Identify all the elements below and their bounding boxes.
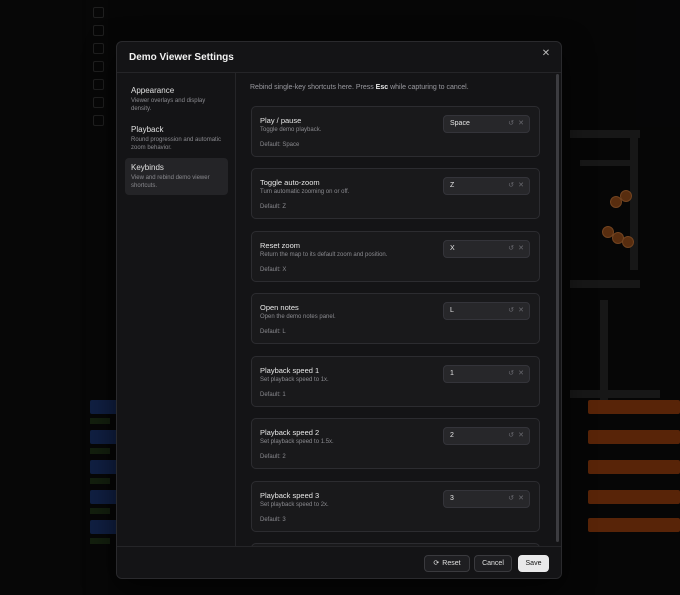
- keybind-title: Playback speed 3: [260, 491, 320, 500]
- keybind-capture-field[interactable]: 3 ↺ ✕: [443, 490, 530, 508]
- keybind-default: Default: 1: [260, 392, 286, 398]
- undo-icon[interactable]: ↺: [508, 244, 514, 252]
- sidebar-item-keybinds[interactable]: Keybinds View and rebind demo viewer sho…: [125, 158, 228, 195]
- keybind-value: X: [450, 245, 455, 252]
- sidebar-item-description: Round progression and automatic zoom beh…: [131, 137, 222, 151]
- content-scrollbar[interactable]: [555, 72, 561, 546]
- clear-icon[interactable]: ✕: [518, 494, 524, 502]
- reset-button[interactable]: ⟳ Reset: [424, 555, 470, 572]
- keybind-value: 3: [450, 495, 454, 502]
- keybind-capture-field[interactable]: Z ↺ ✕: [443, 177, 530, 195]
- keybind-value: 2: [450, 432, 454, 439]
- keybind-default: Default: 2: [260, 454, 286, 460]
- sidebar-item-playback[interactable]: Playback Round progression and automatic…: [125, 120, 228, 157]
- undo-icon[interactable]: ↺: [508, 431, 514, 439]
- keybind-title: Open notes: [260, 303, 299, 312]
- keybind-title: Playback speed 1: [260, 366, 320, 375]
- keybind-description: Set playback speed to 1.5x.: [260, 439, 334, 445]
- keybind-description: Turn automatic zooming on or off.: [260, 189, 350, 195]
- keybind-card-playback-speed-1: Playback speed 1 Set playback speed to 1…: [251, 356, 540, 407]
- keybind-description: Return the map to its default zoom and p…: [260, 252, 388, 258]
- clear-icon[interactable]: ✕: [518, 181, 524, 189]
- keybind-title: Play / pause: [260, 116, 302, 125]
- keybind-description: Open the demo notes panel.: [260, 314, 336, 320]
- keybind-description: Toggle demo playback.: [260, 127, 322, 133]
- sidebar-item-description: View and rebind demo viewer shortcuts.: [131, 175, 210, 189]
- keybind-default: Default: X: [260, 267, 287, 273]
- undo-icon[interactable]: ↺: [508, 494, 514, 502]
- clear-icon[interactable]: ✕: [518, 431, 524, 439]
- keybind-description: Set playback speed to 2x.: [260, 502, 329, 508]
- esc-key-label: Esc: [375, 84, 389, 91]
- keybind-default: Default: 3: [260, 517, 286, 523]
- keybind-value: Z: [450, 182, 455, 189]
- sidebar-item-label: Appearance: [131, 86, 175, 95]
- keybind-capture-field[interactable]: X ↺ ✕: [443, 240, 530, 258]
- keybinds-panel: Rebind single-key shortcuts here. Press …: [236, 72, 561, 546]
- save-button[interactable]: Save: [518, 555, 549, 572]
- undo-icon[interactable]: ↺: [508, 369, 514, 377]
- keybind-default: Default: Space: [260, 142, 300, 148]
- sidebar-item-label: Keybinds: [131, 163, 164, 172]
- keybind-card-playback-speed-3: Playback speed 3 Set playback speed to 2…: [251, 481, 540, 532]
- keybind-card-reset-zoom: Reset zoom Return the map to its default…: [251, 231, 540, 282]
- keybind-capture-field[interactable]: L ↺ ✕: [443, 302, 530, 320]
- keybind-default: Default: L: [260, 329, 286, 335]
- cancel-button[interactable]: Cancel: [474, 555, 512, 572]
- keybind-default: Default: Z: [260, 204, 287, 210]
- keybind-card-playback-speed-2: Playback speed 2 Set playback speed to 1…: [251, 418, 540, 469]
- refresh-icon: ⟳: [433, 560, 440, 567]
- undo-icon[interactable]: ↺: [508, 181, 514, 189]
- keybind-value: Space: [450, 120, 470, 127]
- scrollbar-thumb[interactable]: [556, 74, 559, 542]
- close-icon: ✕: [541, 48, 551, 59]
- keybind-capture-field[interactable]: Space ↺ ✕: [443, 115, 530, 133]
- clear-icon[interactable]: ✕: [518, 244, 524, 252]
- sidebar-item-appearance[interactable]: Appearance Viewer overlays and display d…: [125, 81, 228, 118]
- clear-icon[interactable]: ✕: [518, 306, 524, 314]
- clear-icon[interactable]: ✕: [518, 369, 524, 377]
- keybind-capture-field[interactable]: 1 ↺ ✕: [443, 365, 530, 383]
- clear-icon[interactable]: ✕: [518, 119, 524, 127]
- keybind-card-toggle-auto-zoom: Toggle auto-zoom Turn automatic zooming …: [251, 168, 540, 219]
- keybind-title: Toggle auto-zoom: [260, 178, 320, 187]
- modal-header: Demo Viewer Settings ✕: [117, 42, 561, 73]
- modal-title: Demo Viewer Settings: [129, 52, 234, 63]
- keybind-title: Reset zoom: [260, 241, 301, 250]
- undo-icon[interactable]: ↺: [508, 119, 514, 127]
- sidebar-item-label: Playback: [131, 125, 164, 134]
- keybinds-intro: Rebind single-key shortcuts here. Press …: [250, 84, 469, 91]
- reset-label: Reset: [442, 560, 461, 567]
- modal-footer: ⟳ Reset Cancel Save: [117, 546, 561, 578]
- keybind-value: 1: [450, 370, 454, 377]
- keybind-title: Playback speed 2: [260, 428, 320, 437]
- settings-modal: Demo Viewer Settings ✕ Appearance Viewer…: [116, 41, 562, 579]
- keybind-card-open-notes: Open notes Open the demo notes panel. De…: [251, 293, 540, 344]
- keybind-card-play-pause: Play / pause Toggle demo playback. Defau…: [251, 106, 540, 157]
- settings-sidebar: Appearance Viewer overlays and display d…: [117, 72, 236, 546]
- sidebar-item-description: Viewer overlays and display density.: [131, 98, 206, 112]
- keybind-description: Set playback speed to 1x.: [260, 377, 329, 383]
- keybind-capture-field[interactable]: 2 ↺ ✕: [443, 427, 530, 445]
- undo-icon[interactable]: ↺: [508, 306, 514, 314]
- close-button[interactable]: ✕: [539, 47, 553, 61]
- keybind-value: L: [450, 307, 454, 314]
